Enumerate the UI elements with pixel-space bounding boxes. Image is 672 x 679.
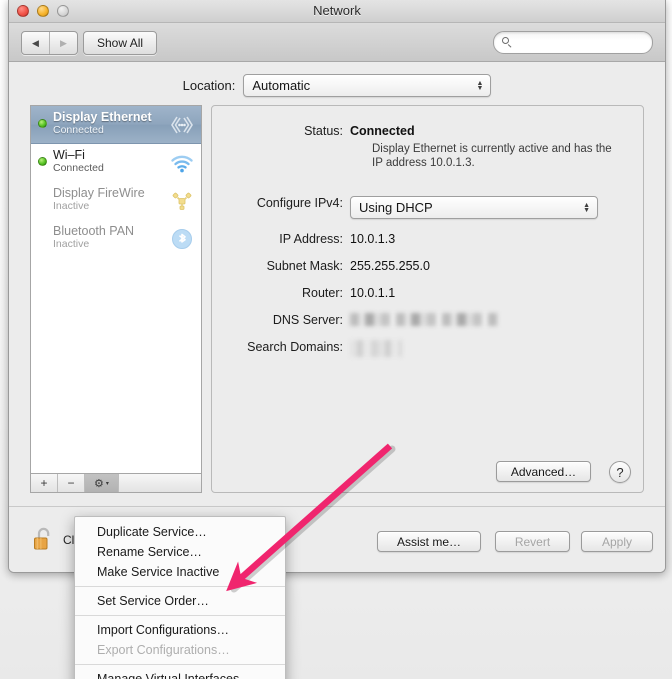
search-domains-value [350,340,402,360]
status-row: Status: Connected [212,124,415,138]
services-list-toolbar: + − ⚙ ▾ [30,473,202,493]
menu-item-rename-service[interactable]: Rename Service… [75,542,285,562]
redacted-dns-value [350,313,498,326]
configure-ipv4-row: Configure IPv4: Using DHCP ▲ ▼ [212,196,598,219]
chevron-down-icon: ▾ [105,480,109,487]
configure-ipv4-label: Configure IPv4: [256,196,343,210]
router-row: Router: 10.0.1.1 [212,286,395,300]
network-preferences-window: Network ◀ ▶ Show All Location: Automatic… [8,0,666,573]
ethernet-icon [169,113,195,137]
redacted-search-domains-value [350,340,402,357]
chevron-updown-icon: ▲ ▼ [476,79,484,92]
back-button[interactable]: ◀ [22,32,49,54]
navigation-buttons: ◀ ▶ [21,31,78,55]
status-dot-green-icon [38,119,47,128]
ip-address-label: IP Address: [279,232,343,246]
advanced-button[interactable]: Advanced… [496,461,591,482]
location-popup-button[interactable]: Automatic ▲ ▼ [243,74,492,97]
location-row: Location: Automatic ▲ ▼ [9,74,665,97]
location-label: Location: [182,78,236,93]
status-label: Status: [304,124,343,138]
unlocked-padlock-icon[interactable] [31,525,57,553]
sidebar-item-display-ethernet[interactable]: Display Ethernet Connected [31,106,201,144]
ip-address-row: IP Address: 10.0.1.3 [212,232,395,246]
menu-item-make-service-inactive[interactable]: Make Service Inactive [75,562,285,582]
toolbar-filler [119,474,201,492]
sidebar-item-wifi[interactable]: Wi–Fi Connected [31,144,201,182]
screen: Network ◀ ▶ Show All Location: Automatic… [0,0,672,679]
dns-server-value [350,313,498,329]
add-service-button[interactable]: + [31,474,58,492]
services-gear-context-menu[interactable]: Duplicate Service… Rename Service… Make … [74,516,286,679]
router-value: 10.0.1.1 [350,286,396,300]
dns-server-label: DNS Server: [272,313,343,327]
ip-address-value: 10.0.1.3 [350,232,396,246]
menu-item-import-configurations[interactable]: Import Configurations… [75,620,285,640]
search-domains-label: Search Domains: [247,340,343,354]
gear-icon: ⚙ [94,477,104,490]
menu-separator [75,615,285,616]
search-field[interactable] [493,31,656,54]
configure-ipv4-popup-button[interactable]: Using DHCP ▲ ▼ [350,196,598,219]
menu-item-manage-virtual-interfaces[interactable]: Manage Virtual Interfaces… [75,669,285,679]
router-label: Router: [302,286,343,300]
search-input[interactable] [502,36,656,49]
revert-button[interactable]: Revert [495,531,570,552]
remove-service-button[interactable]: − [58,474,85,492]
network-services-list[interactable]: Display Ethernet Connected Wi–Fi Connect… [30,105,202,473]
status-dot-green-icon [38,157,47,166]
configure-ipv4-value: Using DHCP [359,200,433,215]
status-value: Connected [350,124,415,138]
window-title: Network [313,3,361,18]
dns-server-row: DNS Server: [212,313,498,329]
chevron-updown-icon: ▲ ▼ [583,201,590,214]
help-button[interactable]: ? [609,461,631,483]
menu-item-export-configurations: Export Configurations… [97,643,230,657]
menu-separator [75,586,285,587]
subnet-mask-row: Subnet Mask: 255.255.255.0 [212,259,430,273]
sidebar-item-bluetooth-pan[interactable]: Bluetooth PAN Inactive [31,220,201,258]
status-dot-none-icon [38,233,47,242]
window-titlebar: Network [9,0,665,23]
menu-item-duplicate-service[interactable]: Duplicate Service… [75,522,285,542]
location-value: Automatic [252,78,311,93]
menu-item-set-service-order[interactable]: Set Service Order… [75,591,285,611]
sidebar-item-display-firewire[interactable]: Display FireWire Inactive [31,182,201,220]
assist-me-button[interactable]: Assist me… [377,531,481,552]
subnet-mask-value: 255.255.255.0 [350,259,430,273]
forward-button[interactable]: ▶ [49,32,77,54]
status-description: Display Ethernet is currently active and… [372,143,612,169]
status-dot-none-icon [38,195,47,204]
preferences-content: Location: Automatic ▲ ▼ Display Ethernet … [9,62,665,572]
firewire-icon [169,189,195,213]
bluetooth-icon [169,227,195,251]
wifi-icon [169,151,195,175]
service-detail-panel: Status: Connected Display Ethernet is cu… [211,105,644,493]
apply-button[interactable]: Apply [581,531,653,552]
menu-separator [75,664,285,665]
services-action-gear-button[interactable]: ⚙ ▾ [85,474,119,492]
subnet-mask-label: Subnet Mask: [266,259,343,273]
show-all-button[interactable]: Show All [83,31,158,55]
search-domains-row: Search Domains: [212,340,402,360]
preferences-toolbar: ◀ ▶ Show All [9,23,665,62]
